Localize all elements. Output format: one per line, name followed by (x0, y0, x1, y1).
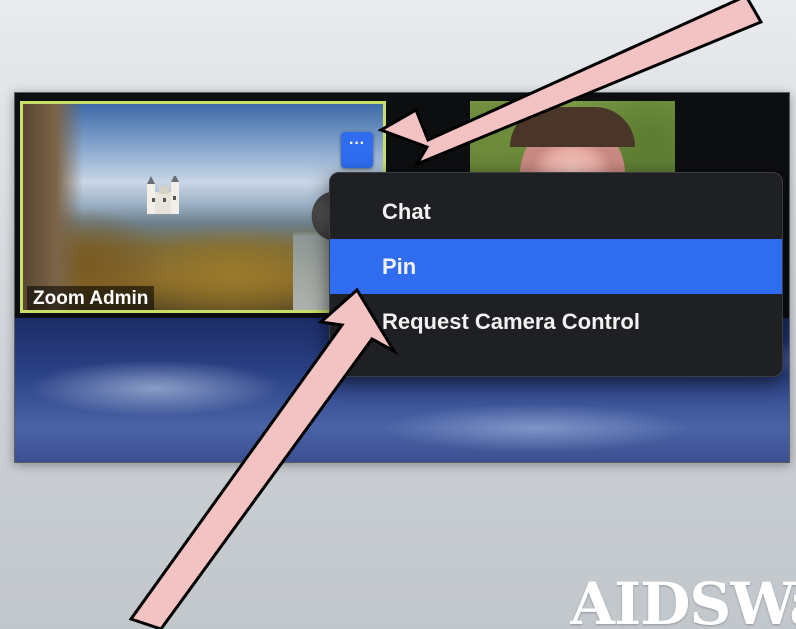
more-options-button[interactable]: ··· (341, 132, 373, 168)
participant-context-menu: Chat Pin Request Camera Control (329, 172, 783, 377)
menu-item-request-camera-control[interactable]: Request Camera Control (330, 294, 782, 349)
zoom-meeting-screenshot: Zoom Admin ··· Chat Pin Request Camera C… (14, 92, 790, 463)
video-feed-scenery (23, 104, 83, 310)
participant-name-label: Zoom Admin (27, 286, 155, 310)
participant-hair (510, 107, 635, 147)
menu-item-chat[interactable]: Chat (330, 184, 782, 239)
aidswatch-logo: AIDSWat (570, 574, 796, 629)
more-icon: ··· (349, 135, 365, 152)
menu-item-pin[interactable]: Pin (330, 239, 782, 294)
castle-image (147, 176, 179, 214)
